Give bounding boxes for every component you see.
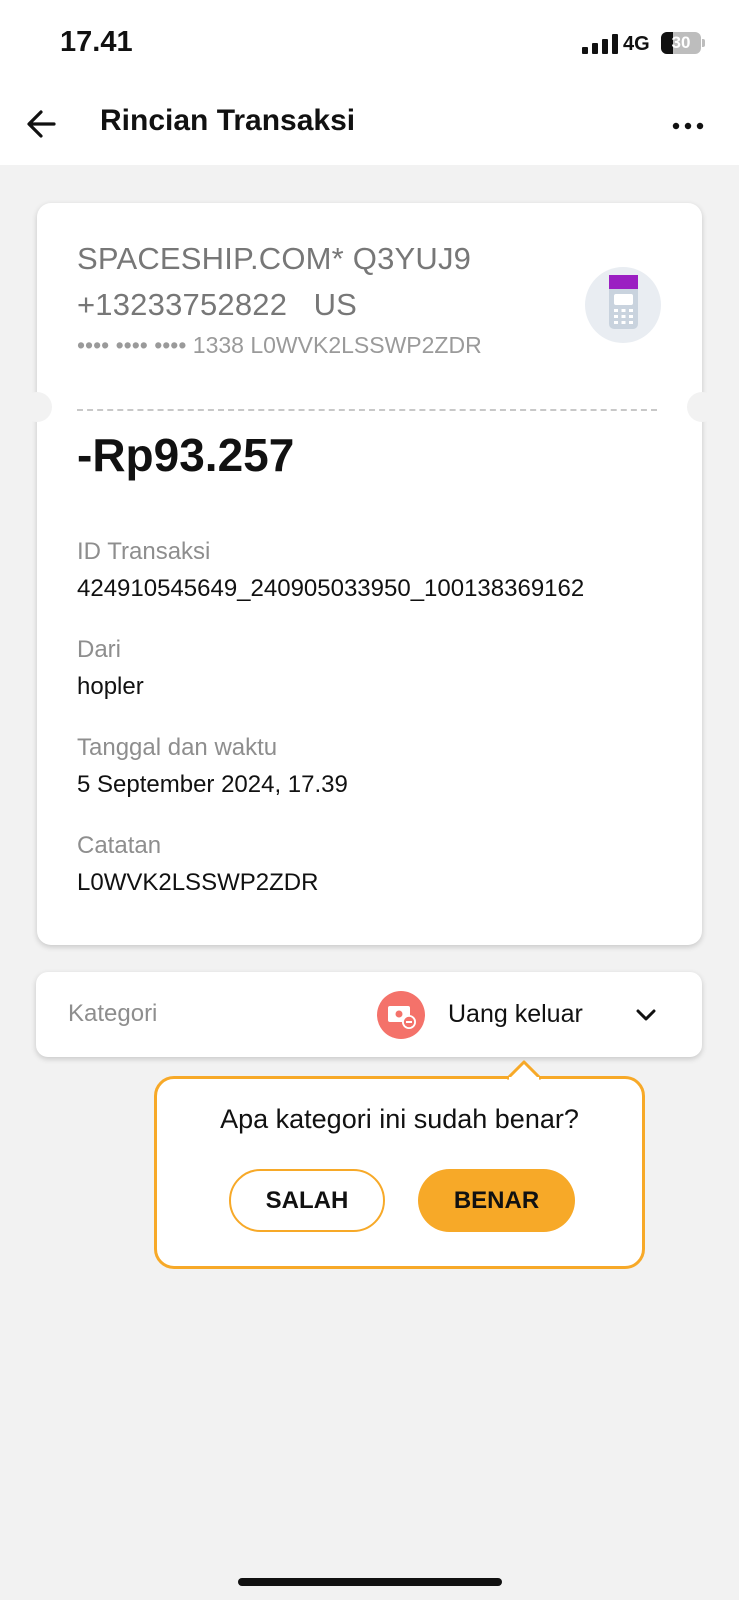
popover-arrow	[507, 1060, 541, 1080]
money-out-icon	[377, 991, 425, 1039]
detail-value-datetime: 5 September 2024, 17.39	[77, 771, 348, 798]
merchant-line-1: SPACESHIP.COM* Q3YUJ9	[77, 241, 472, 276]
more-horizontal-icon[interactable]	[670, 112, 706, 140]
detail-value-transaction-id: 424910545649_240905033950_100138369162	[77, 575, 585, 602]
signal-icon	[582, 34, 618, 54]
detail-label-from: Dari	[77, 636, 122, 663]
transaction-amount: -Rp93.257	[77, 429, 295, 481]
status-time: 17.41	[60, 26, 133, 58]
page-title: Rincian Transaksi	[100, 104, 356, 137]
divider	[77, 409, 657, 411]
battery-level: 30	[671, 33, 691, 52]
battery-icon: 30	[661, 32, 705, 54]
home-indicator	[238, 1578, 502, 1586]
category-confirm-question: Apa kategori ini sudah benar?	[220, 1104, 579, 1134]
detail-label-datetime: Tanggal dan waktu	[77, 734, 278, 761]
network-type: 4G	[623, 33, 650, 55]
top-bar	[0, 0, 739, 165]
card-number: •••• •••• •••• 1338 L0WVK2LSSWP2ZDR	[77, 332, 482, 358]
detail-label-transaction-id: ID Transaksi	[77, 538, 211, 565]
category-value: Uang keluar	[448, 1000, 583, 1028]
correct-button[interactable]: BENAR	[418, 1169, 575, 1232]
detail-label-note: Catatan	[77, 832, 162, 859]
arrow-left-icon[interactable]	[24, 106, 60, 142]
ticket-notch-right	[687, 392, 717, 422]
ticket-notch-left	[22, 392, 52, 422]
chevron-down-icon[interactable]	[631, 1001, 661, 1029]
detail-value-from: hopler	[77, 673, 144, 700]
merchant-line-2: +13233752822 US	[77, 287, 358, 322]
wrong-button[interactable]: SALAH	[229, 1169, 385, 1232]
category-label: Kategori	[68, 1000, 158, 1027]
detail-value-note: L0WVK2LSSWP2ZDR	[77, 869, 319, 896]
edc-terminal-icon	[585, 267, 661, 343]
merchant-name: SPACESHIP.COM* Q3YUJ9 +13233752822 US	[77, 236, 557, 328]
